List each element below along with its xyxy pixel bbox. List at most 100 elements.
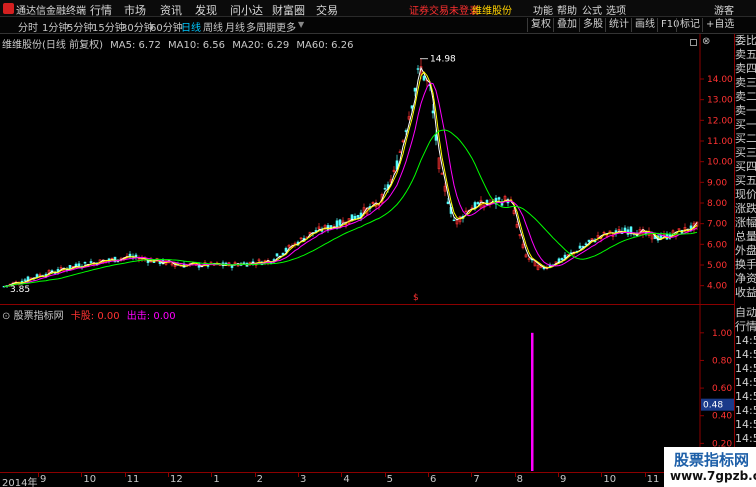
menu-options[interactable]: 选项: [606, 2, 626, 17]
price-tick-label: 12.00: [707, 116, 733, 126]
candle-body: [497, 197, 501, 200]
buy-label: 卡股: 0.00: [70, 311, 120, 322]
year-label: 2014年: [2, 478, 38, 487]
candle-body: [560, 258, 564, 261]
month-tick: 9: [40, 474, 47, 485]
period-weekly[interactable]: 周线: [203, 19, 223, 34]
candle-body: [275, 253, 279, 257]
stock-name-label: 维维股份: [472, 6, 512, 17]
low-label: 3.85: [10, 285, 30, 295]
candle-body: [68, 264, 72, 270]
quote-info-strip: 委比 卖五 卖四 卖三 卖二 卖一 买一 买二 买三 买四 买五 现价 涨跌 涨幅 总量 外盘 换手 净资 收益 自…: [734, 34, 756, 472]
ma10-label: MA10: 6.56: [168, 40, 226, 51]
candle-body: [83, 261, 87, 264]
event-marker[interactable]: $: [413, 293, 419, 303]
candle-body: [284, 247, 288, 252]
ma10-line: [3, 71, 698, 287]
tick-labels: 自动行情14:5614:5614:5614:5614:5614:5614:561…: [735, 306, 756, 460]
candle-body: [587, 239, 591, 243]
month-tick-mark: [644, 473, 646, 477]
month-tick-mark: [428, 473, 429, 477]
sell-label: 出击: 0.00: [126, 311, 176, 322]
overlay-button[interactable]: 叠加: [553, 18, 580, 32]
menu-formula[interactable]: 公式: [582, 2, 602, 17]
stats-button[interactable]: 统计: [605, 18, 632, 32]
candle-body: [446, 201, 450, 204]
maximize-icon[interactable]: [690, 39, 697, 46]
period-5min[interactable]: 5分钟: [67, 19, 93, 34]
adjust-button[interactable]: 复权: [527, 18, 554, 32]
mark-button[interactable]: 标记: [676, 18, 703, 32]
menu-item-market[interactable]: 市场: [124, 2, 146, 18]
price-tick-label: 11.00: [707, 137, 733, 147]
draw-line-button[interactable]: 画线: [631, 18, 658, 32]
quote-label: 净资: [735, 272, 756, 285]
ma60-label: MA60: 6.26: [296, 40, 354, 51]
kline-panel[interactable]: 14.00 13.00 12.00 11.00 10.00 9.00 8.00 7.00 6.0…: [0, 34, 734, 304]
period-30min[interactable]: 30分钟: [121, 19, 154, 34]
menu-item-wealth[interactable]: 财富圈: [272, 2, 305, 18]
candle-body: [338, 219, 342, 226]
period-60min[interactable]: 60分钟: [150, 19, 183, 34]
month-tick: 10: [83, 474, 97, 485]
menu-item-trade[interactable]: 交易: [316, 2, 338, 18]
indicator-panel[interactable]: 1.00 0.80 0.60 0.40 0.20 0.48 ⊙ 股票指标网 卡股: 0.0…: [0, 304, 734, 473]
period-more[interactable]: 更多: [276, 19, 296, 34]
price-tick-label: 14.00: [707, 75, 733, 85]
menu-help[interactable]: 帮助: [557, 2, 577, 17]
indicator-tick-label: 1.00: [712, 329, 732, 339]
watermark-title: 股票指标网: [674, 451, 750, 469]
quote-label: 买一: [735, 118, 756, 131]
watermark: 股票指标网 www.7gpzb.com: [664, 447, 756, 487]
menu-item-quotes[interactable]: 行情: [90, 2, 112, 18]
price-tick-label: 6.00: [707, 240, 727, 250]
more-chevron-icon: ▼: [298, 20, 305, 29]
indicator-settings-icon[interactable]: ⊙: [2, 311, 10, 322]
tick-time-label: 14:56: [735, 404, 756, 417]
month-tick-mark: [471, 473, 473, 477]
indicator-chart: 1.000.800.600.400.200.48: [531, 305, 734, 473]
period-1min[interactable]: 1分钟: [42, 19, 68, 34]
menu-item-discover[interactable]: 发现: [195, 2, 217, 18]
quote-label: 委比: [735, 34, 756, 47]
date-axis: 2014年 9101112123456789101112: [0, 472, 756, 487]
quote-label: 卖三: [735, 76, 756, 89]
add-watchlist-button[interactable]: +自选: [702, 18, 737, 32]
tick-time-label: 14:56: [735, 348, 756, 361]
tick-time-label: 14:56: [735, 334, 756, 347]
login-notice-link[interactable]: 证券交易未登录: [409, 2, 479, 17]
month-tick: 11: [126, 474, 140, 485]
indicator-tick-label: 0.80: [712, 356, 732, 366]
candle-body: [422, 75, 426, 81]
period-15min[interactable]: 15分钟: [92, 19, 125, 34]
app-logo-icon: [3, 3, 14, 14]
month-tick-mark: [124, 473, 126, 477]
tick-time-label: 14:56: [735, 418, 756, 431]
top-menu-bar: 通达信金融终端 行情 市场 资讯 发现 问小达 财富圈 交易 证券交易未登录 维…: [0, 0, 756, 17]
month-tick: 2: [256, 474, 264, 485]
candle-body: [563, 254, 567, 259]
menu-function[interactable]: 功能: [533, 2, 553, 17]
month-tick-mark: [558, 473, 559, 477]
candle-body: [623, 227, 627, 232]
ma20-label: MA20: 6.29: [232, 40, 290, 51]
kline-chart: 14.00 13.00 12.00 11.00 10.00 9.00 8.00 7.00 6.0…: [2, 34, 733, 304]
period-tick[interactable]: 分时: [18, 19, 38, 34]
month-tick-mark: [514, 473, 516, 477]
menu-item-news[interactable]: 资讯: [160, 2, 182, 18]
candle-body: [89, 261, 93, 264]
menu-item-ask[interactable]: 问小达: [230, 2, 263, 18]
quote-label: 涨跌: [735, 202, 756, 215]
period-multi[interactable]: 多周期: [246, 19, 276, 34]
multi-stock-button[interactable]: 多股: [579, 18, 606, 32]
indicator-tick-label: 0.60: [712, 384, 732, 394]
close-panel-icon[interactable]: ⊗: [702, 36, 710, 47]
period-monthly[interactable]: 月线: [225, 19, 245, 34]
quote-label: 总量: [735, 230, 756, 243]
month-tick: 3: [300, 474, 307, 485]
candle-body: [578, 245, 582, 249]
price-tick-label: 8.00: [707, 199, 727, 209]
month-tick: 4: [343, 474, 350, 485]
menu-guest[interactable]: 游客: [714, 2, 734, 17]
period-daily[interactable]: 日线: [181, 19, 201, 34]
